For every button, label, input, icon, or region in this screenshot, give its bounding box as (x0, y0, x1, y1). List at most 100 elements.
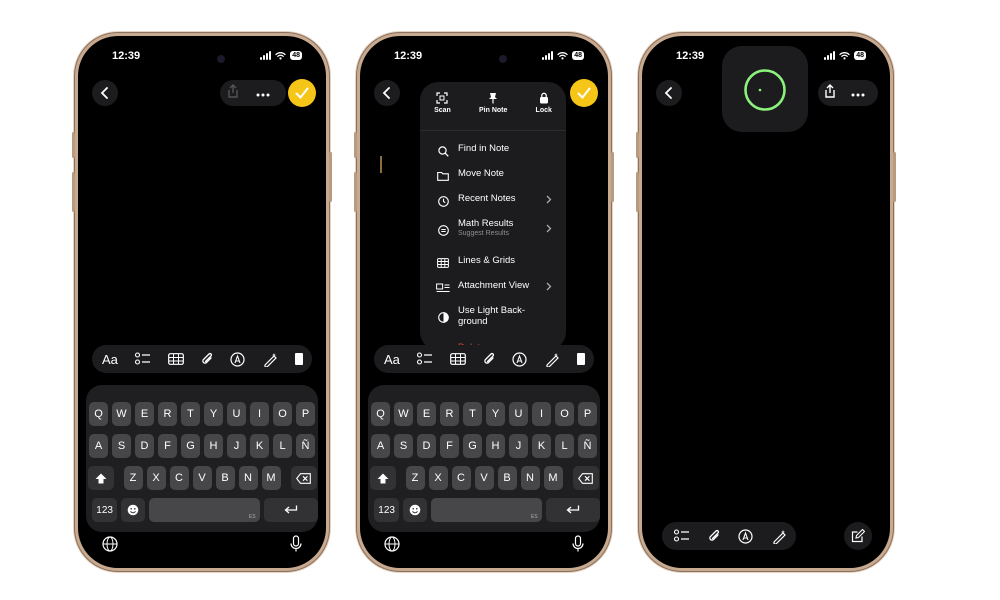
checklist-icon[interactable] (134, 352, 151, 366)
delete-key[interactable] (290, 466, 317, 490)
microphone-icon[interactable] (290, 535, 302, 553)
key[interactable]: S (112, 434, 131, 458)
menu-item-light-background[interactable]: Use Light Back- ground (420, 305, 566, 342)
more-tools-icon[interactable] (576, 353, 585, 365)
markup-icon[interactable] (230, 351, 245, 367)
back-button[interactable] (374, 80, 400, 106)
space-key[interactable]: ES (148, 498, 260, 522)
space-key[interactable]: ES (430, 498, 542, 522)
delete-key[interactable] (572, 466, 599, 490)
key[interactable]: S (394, 434, 413, 458)
key[interactable]: N (520, 466, 540, 490)
microphone-icon[interactable] (572, 535, 584, 553)
key[interactable]: R (440, 402, 459, 426)
share-button[interactable] (227, 83, 239, 103)
key[interactable]: Y (486, 402, 505, 426)
key[interactable]: H (204, 434, 223, 458)
key[interactable]: X (146, 466, 166, 490)
key[interactable]: G (463, 434, 482, 458)
key[interactable]: M (261, 466, 281, 490)
menu-item-move-note[interactable]: Move Note (420, 168, 566, 193)
key[interactable]: A (371, 434, 390, 458)
key[interactable]: F (158, 434, 177, 458)
shift-key[interactable] (369, 466, 396, 490)
key[interactable]: M (543, 466, 563, 490)
key[interactable]: Z (405, 466, 425, 490)
key[interactable]: I (250, 402, 269, 426)
key[interactable]: B (497, 466, 517, 490)
key[interactable]: T (463, 402, 482, 426)
return-key[interactable] (545, 498, 600, 522)
key[interactable]: W (112, 402, 131, 426)
key[interactable]: Q (89, 402, 108, 426)
key[interactable]: B (215, 466, 235, 490)
writing-tools-icon[interactable] (262, 352, 278, 367)
key[interactable]: U (227, 402, 246, 426)
key[interactable]: G (181, 434, 200, 458)
shift-key[interactable] (87, 466, 114, 490)
key[interactable]: P (578, 402, 597, 426)
done-button[interactable] (288, 79, 316, 107)
checklist-icon[interactable] (416, 352, 433, 366)
key[interactable]: K (250, 434, 269, 458)
key[interactable]: Z (123, 466, 143, 490)
key[interactable]: N (238, 466, 258, 490)
key[interactable]: D (417, 434, 436, 458)
key[interactable]: Y (204, 402, 223, 426)
key[interactable]: C (169, 466, 189, 490)
pin-note-action[interactable]: Pin Note (479, 92, 507, 130)
menu-item-recent-notes[interactable]: Recent Notes (420, 193, 566, 218)
text-style-button[interactable]: Aa (384, 352, 400, 367)
key[interactable]: E (135, 402, 154, 426)
key[interactable]: F (440, 434, 459, 458)
key[interactable]: Q (371, 402, 390, 426)
markup-icon[interactable] (512, 351, 527, 367)
more-button[interactable] (256, 84, 270, 102)
back-button[interactable] (656, 80, 682, 106)
text-style-button[interactable]: Aa (102, 352, 118, 367)
scan-action[interactable]: Scan (434, 92, 451, 130)
key[interactable]: K (532, 434, 551, 458)
share-button[interactable] (824, 83, 836, 103)
numbers-key[interactable]: 123 (92, 498, 118, 522)
key[interactable]: R (158, 402, 177, 426)
menu-item-attachment-view[interactable]: Attachment View (420, 280, 566, 305)
key[interactable]: V (192, 466, 212, 490)
emoji-key[interactable] (403, 498, 427, 522)
globe-icon[interactable] (384, 536, 400, 552)
table-icon[interactable] (168, 353, 184, 365)
paperclip-icon[interactable] (483, 352, 495, 367)
lock-action[interactable]: Lock (536, 92, 552, 130)
key[interactable]: C (451, 466, 471, 490)
menu-item-find-in-note[interactable]: Find in Note (420, 143, 566, 168)
paperclip-icon[interactable] (708, 529, 720, 544)
key[interactable]: L (555, 434, 574, 458)
more-button[interactable] (851, 84, 865, 102)
key[interactable]: I (532, 402, 551, 426)
key[interactable]: D (135, 434, 154, 458)
key[interactable]: H (486, 434, 505, 458)
paperclip-icon[interactable] (201, 352, 213, 367)
key[interactable]: L (273, 434, 292, 458)
writing-tools-icon[interactable] (771, 529, 787, 544)
key[interactable]: E (417, 402, 436, 426)
markup-icon[interactable] (738, 528, 753, 544)
key[interactable]: A (89, 434, 108, 458)
menu-item-math-results[interactable]: Math Results Suggest Results (420, 218, 566, 255)
more-tools-icon[interactable] (294, 353, 303, 365)
checklist-icon[interactable] (674, 529, 690, 543)
numbers-key[interactable]: 123 (374, 498, 400, 522)
key[interactable]: U (509, 402, 528, 426)
key[interactable]: Ñ (578, 434, 597, 458)
key[interactable]: O (273, 402, 292, 426)
table-icon[interactable] (450, 353, 466, 365)
emoji-key[interactable] (121, 498, 145, 522)
key[interactable]: Ñ (296, 434, 315, 458)
key[interactable]: J (227, 434, 246, 458)
dynamic-island-expanded[interactable] (722, 46, 808, 132)
globe-icon[interactable] (102, 536, 118, 552)
key[interactable]: W (394, 402, 413, 426)
key[interactable]: J (509, 434, 528, 458)
key[interactable]: X (428, 466, 448, 490)
back-button[interactable] (92, 80, 118, 106)
